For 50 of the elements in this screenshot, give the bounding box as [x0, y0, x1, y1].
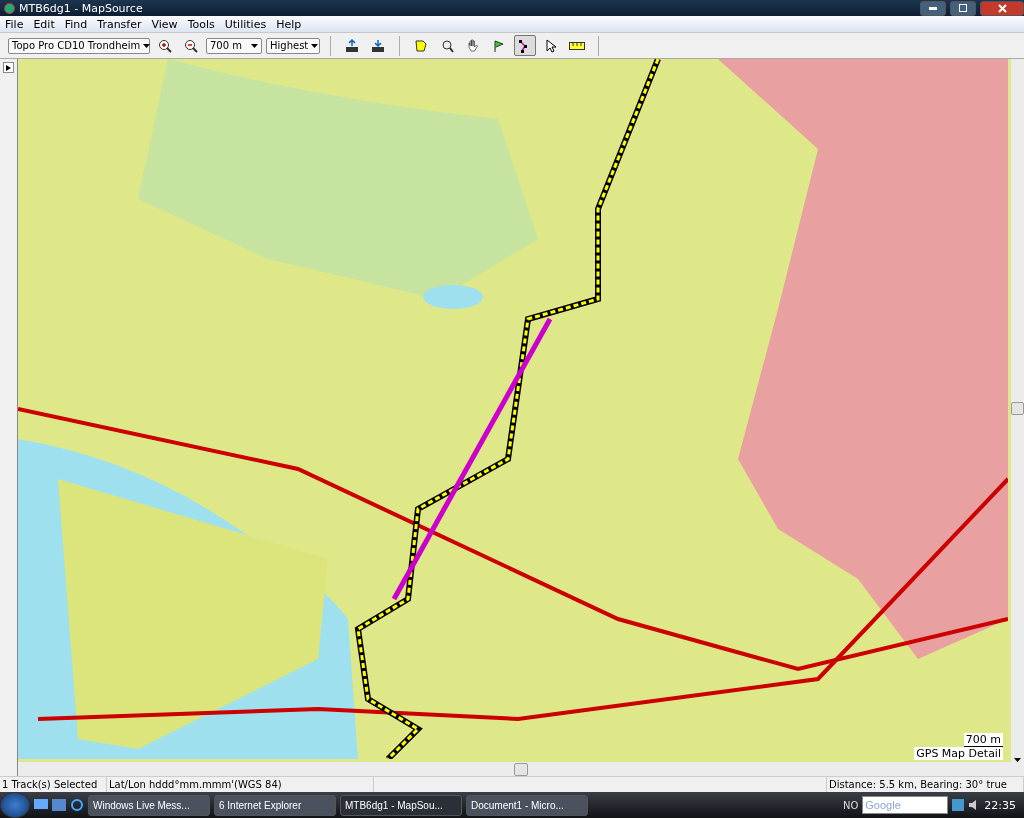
zoom-dropdown[interactable]: 700 m [206, 37, 262, 54]
map-product-dropdown[interactable]: Topo Pro CD10 Trondheim [8, 37, 150, 54]
language-indicator[interactable]: NO [842, 799, 859, 811]
taskbar-button[interactable]: 6 Internet Explorer [214, 794, 336, 816]
window-title: MTB6dg1 - MapSource [19, 1, 144, 15]
restore-icon [959, 4, 967, 12]
menu-item[interactable]: View [146, 17, 183, 31]
taskbar-button[interactable]: MTB6dg1 - MapSou... [340, 794, 462, 816]
upload-icon [345, 38, 359, 53]
start-button[interactable] [0, 792, 30, 818]
hand-icon [466, 38, 480, 53]
minimize-button[interactable] [920, 0, 946, 16]
search-field[interactable]: Google [862, 796, 949, 814]
ruler-icon [569, 41, 585, 50]
zoom-in-icon [158, 38, 172, 53]
scroll-thumb[interactable] [514, 762, 528, 776]
menu-item[interactable]: Find [59, 17, 93, 31]
horizontal-scrollbar[interactable] [18, 762, 1024, 776]
clock[interactable]: 22:35 [984, 798, 1016, 812]
zoom-out-icon [184, 38, 198, 53]
triangle-icon [6, 64, 11, 71]
menu-item[interactable]: Tools [182, 17, 220, 31]
taskbar-button[interactable]: Document1 - Micro... [466, 794, 588, 816]
close-button[interactable] [980, 0, 1024, 16]
caret-icon [311, 43, 319, 48]
menu-item[interactable]: Help [271, 17, 307, 31]
menu-item[interactable]: Transfer [92, 17, 147, 31]
caret-icon [143, 43, 151, 48]
detail-dropdown[interactable]: Highest [266, 37, 320, 54]
restore-button[interactable] [950, 0, 976, 16]
caret-icon [251, 43, 258, 48]
scroll-thumb[interactable] [1011, 402, 1024, 415]
map-icon [414, 38, 428, 53]
menu-item[interactable]: Edit [28, 17, 60, 31]
vertical-scrollbar[interactable] [1011, 59, 1024, 762]
flag-icon [492, 38, 506, 53]
map-detail-label: GPS Map Detail [914, 747, 1003, 760]
close-icon [997, 3, 1007, 13]
menu-item[interactable]: File [0, 17, 29, 31]
browser-icon[interactable] [70, 798, 84, 812]
download-icon [371, 38, 385, 53]
zoom-icon [440, 38, 454, 53]
pointer-icon [544, 38, 558, 53]
taskbar-button[interactable]: Windows Live Mess... [88, 794, 210, 816]
minimize-icon [929, 6, 937, 10]
menu-item[interactable]: Utilities [219, 17, 272, 31]
expand-button[interactable] [3, 62, 14, 73]
app-icon [4, 2, 15, 14]
scale-bar: 700 m [963, 733, 1003, 747]
tool-button[interactable] [514, 35, 536, 56]
